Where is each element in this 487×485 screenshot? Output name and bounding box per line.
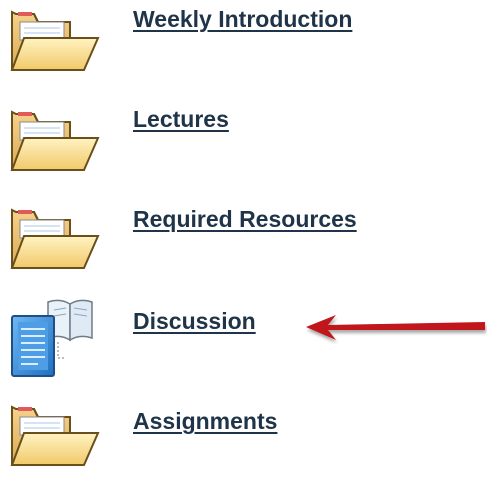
- discussion-board-icon[interactable]: [8, 298, 104, 380]
- folder-icon[interactable]: [8, 198, 104, 280]
- folder-icon[interactable]: [8, 100, 104, 182]
- content-item-weekly-introduction: Weekly Introduction: [0, 0, 487, 90]
- content-item-lectures: Lectures: [0, 100, 487, 190]
- lectures-link[interactable]: Lectures: [133, 106, 229, 133]
- content-item-required-resources: Required Resources: [0, 198, 487, 288]
- assignments-link[interactable]: Assignments: [133, 408, 277, 435]
- red-arrow-icon: [306, 315, 485, 340]
- content-item-assignments: Assignments: [0, 395, 487, 485]
- weekly-introduction-link[interactable]: Weekly Introduction: [133, 6, 352, 33]
- folder-icon[interactable]: [8, 0, 104, 82]
- discussion-link[interactable]: Discussion: [133, 308, 256, 335]
- required-resources-link[interactable]: Required Resources: [133, 206, 357, 233]
- folder-icon[interactable]: [8, 395, 104, 477]
